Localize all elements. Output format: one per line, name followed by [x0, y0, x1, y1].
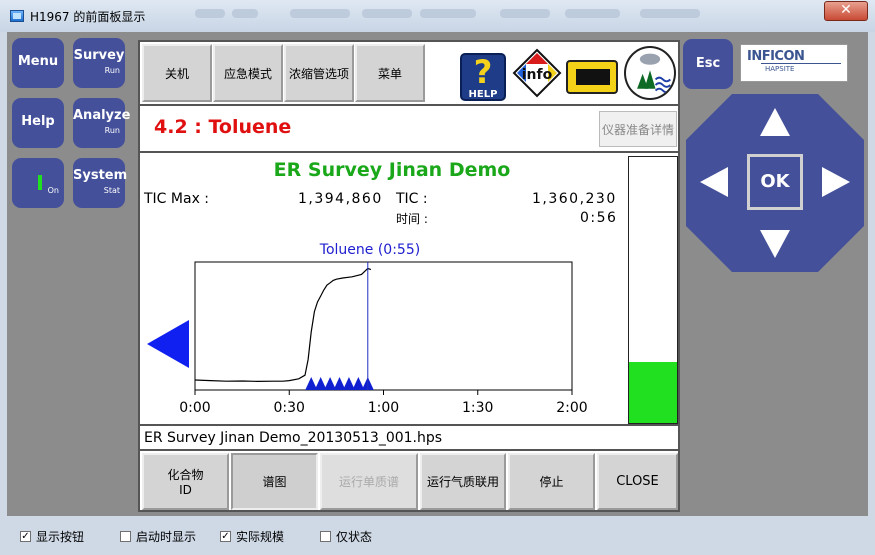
- blurred-text: [565, 9, 620, 18]
- level-gauge-fill: [629, 361, 677, 423]
- analyze-run-button[interactable]: Analyze Run: [73, 98, 130, 148]
- environment-icon[interactable]: [624, 46, 676, 100]
- tic-label: TIC :: [396, 191, 428, 207]
- window-app-icon: [10, 10, 24, 22]
- time-value: 0:56: [580, 210, 618, 226]
- help-button[interactable]: Help: [12, 98, 64, 148]
- svg-text:info: info: [522, 67, 553, 83]
- blurred-text: [500, 9, 550, 18]
- stop-button[interactable]: 停止: [508, 453, 595, 510]
- compound-title: 4.2 : Toluene: [154, 116, 292, 138]
- menu-screen-button[interactable]: 菜单: [355, 44, 425, 102]
- emergency-mode-button[interactable]: 应急模式: [213, 44, 283, 102]
- survey-name: ER Survey Jinan Demo: [273, 159, 511, 181]
- esc-button[interactable]: Esc: [683, 39, 733, 89]
- blurred-text: [195, 9, 225, 18]
- blurred-text: [420, 9, 476, 18]
- menu-button[interactable]: Menu: [12, 38, 64, 88]
- x-tick-label: 2:00: [556, 400, 587, 416]
- run-gcms-button[interactable]: 运行气质联用: [420, 453, 506, 510]
- run-single-ms-button[interactable]: 运行单质谱: [320, 453, 418, 510]
- time-label: 时间 :: [396, 212, 428, 226]
- tic-max-label: TIC Max :: [144, 191, 210, 207]
- shutdown-button[interactable]: 关机: [142, 44, 212, 102]
- checkbox-show-on-startup[interactable]: 启动时显示: [120, 528, 196, 545]
- x-tick-label: 0:30: [274, 400, 305, 416]
- checkbox-show-buttons[interactable]: ✓ 显示按钮: [20, 528, 84, 545]
- x-tick-label: 1:30: [462, 400, 493, 416]
- blurred-text: [362, 9, 412, 18]
- checkbox-status-only[interactable]: 仅状态: [320, 528, 372, 545]
- x-axis-ticks: 0:00 0:30 1:00 1:30 2:00: [179, 390, 588, 416]
- level-gauge: [628, 156, 678, 424]
- window-title: H1967 的前面板显示: [30, 10, 146, 24]
- help-icon[interactable]: ? HELP: [460, 53, 506, 101]
- device-icon[interactable]: [566, 60, 618, 94]
- checkbox-actual-size[interactable]: ✓ 实际规模: [220, 528, 284, 545]
- logo-rule: [761, 63, 841, 64]
- info-icon[interactable]: info: [512, 48, 562, 98]
- scroll-left-arrow-icon[interactable]: [145, 318, 191, 370]
- x-tick-label: 0:00: [179, 400, 210, 416]
- tic-max-value: 1,394,860: [298, 191, 383, 207]
- tic-value: 1,360,230: [532, 191, 617, 207]
- divider: [140, 449, 678, 451]
- inficon-logo: INFICON HAPSITE: [740, 44, 848, 82]
- power-indicator: [38, 175, 42, 190]
- tube-options-button[interactable]: 浓缩管选项: [284, 44, 354, 102]
- system-stat-button[interactable]: System Stat: [73, 158, 127, 208]
- window-titlebar: H1967 的前面板显示 ✕: [0, 0, 875, 32]
- blurred-text: [290, 9, 350, 18]
- survey-run-button[interactable]: Survey Run: [73, 38, 125, 88]
- power-on-button[interactable]: On: [12, 158, 64, 208]
- compound-id-button[interactable]: 化合物 ID: [142, 453, 229, 510]
- divider: [140, 151, 678, 153]
- tic-chart: 0:00 0:30 1:00 1:30 2:00: [179, 261, 588, 416]
- spectrum-button[interactable]: 谱图: [231, 453, 318, 510]
- device-screen-shape: [576, 69, 610, 85]
- close-screen-button[interactable]: CLOSE: [597, 453, 678, 510]
- data-file-name: ER Survey Jinan Demo_20130513_001.hps: [144, 430, 443, 446]
- divider: [140, 104, 678, 106]
- x-tick-label: 1:00: [368, 400, 399, 416]
- ok-button[interactable]: OK: [747, 154, 803, 210]
- blurred-text: [232, 9, 258, 18]
- blurred-text: [640, 9, 700, 18]
- window-close-button[interactable]: ✕: [824, 1, 868, 21]
- chart-plot-area: [194, 261, 573, 391]
- instrument-prep-details-button[interactable]: 仪器准备详情: [599, 111, 677, 147]
